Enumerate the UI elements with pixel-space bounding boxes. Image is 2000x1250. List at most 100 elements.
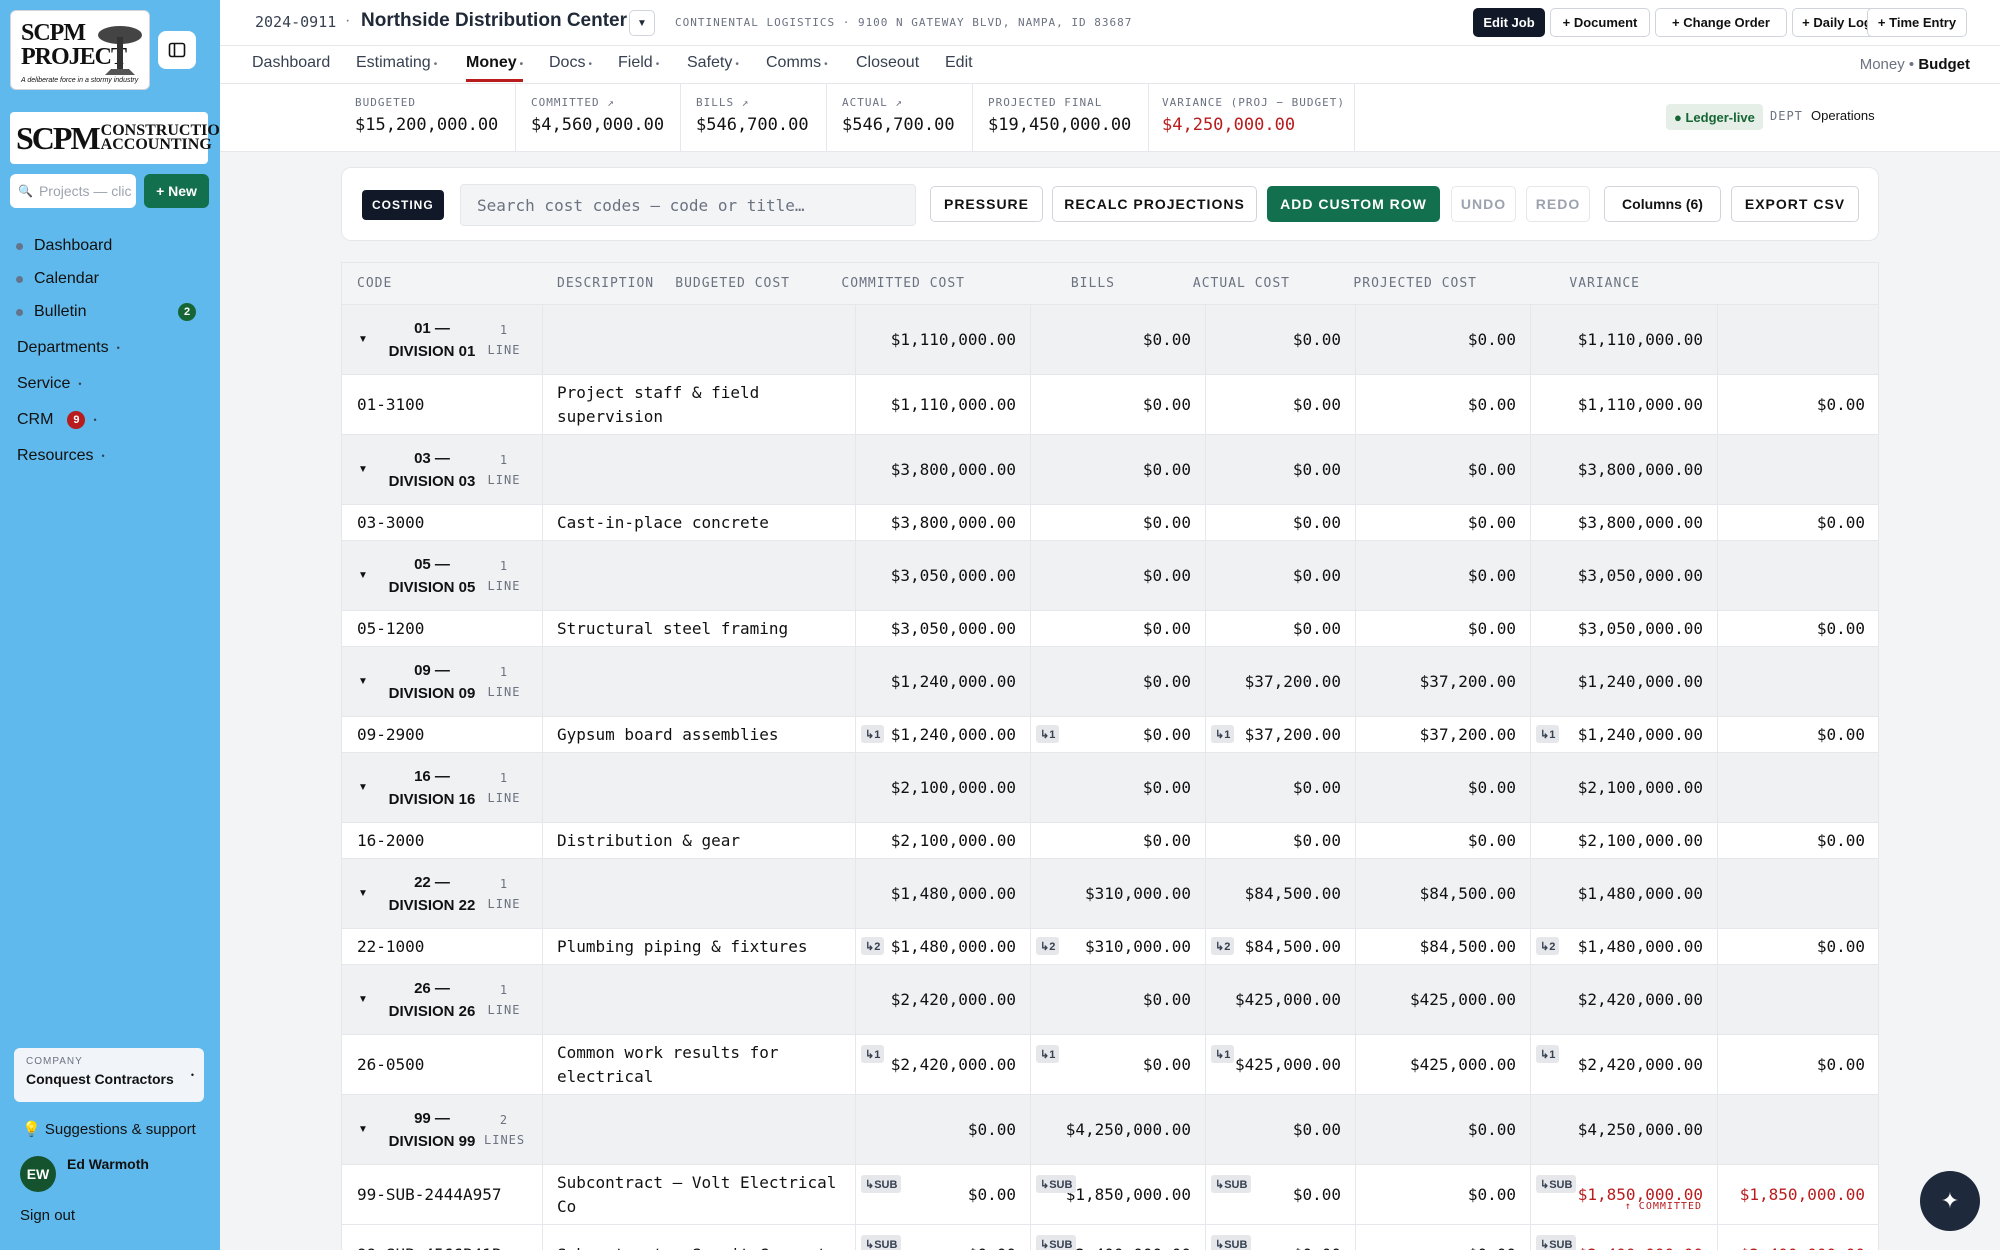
metric-bills[interactable]: BILLS ↗ $546,700.00 [681, 84, 827, 152]
cell-actual[interactable]: $0.00 [1355, 375, 1530, 434]
cell-bills[interactable]: $0.00 [1205, 505, 1355, 540]
cell-variance[interactable]: $0.00 [1717, 1035, 1878, 1094]
linked-items-chip[interactable]: ↳1 [861, 1045, 885, 1063]
cell-projected[interactable]: $2,100,000.00 [1530, 823, 1717, 858]
cell-projected[interactable]: $2,420,000.00 [1530, 1035, 1717, 1094]
linked-items-chip[interactable]: ↳2 [1211, 937, 1235, 955]
column-header-description[interactable]: DESCRIPTION [557, 276, 654, 291]
redo-button[interactable]: REDO [1526, 186, 1590, 222]
projects-search-input[interactable]: 🔍 Projects — clic [10, 174, 136, 208]
cell-projected[interactable]: $3,050,000.00 [1530, 611, 1717, 646]
cell-bills[interactable]: $0.00 [1205, 541, 1355, 610]
collapse-caret-icon[interactable]: ▼ [358, 1124, 368, 1135]
linked-items-chip[interactable]: ↳SUB [1211, 1175, 1252, 1193]
cell-bills[interactable]: $0.00 [1205, 375, 1355, 434]
tab-money[interactable]: Money • [466, 54, 524, 82]
cell-committed[interactable]: $0.00 [1030, 541, 1205, 610]
tab-closeout[interactable]: Closeout [856, 54, 919, 72]
edit-job-button[interactable]: Edit Job [1473, 8, 1545, 37]
cell-bills[interactable]: $37,200.00 [1205, 647, 1355, 716]
division-row[interactable]: ▼ 16 — DIVISION 16 1 LINE $2,100,000.00 $0.00 $… [342, 753, 1878, 823]
cell-bills[interactable]: $0.00 [1205, 435, 1355, 504]
linked-items-chip[interactable]: ↳1 [861, 725, 885, 743]
cell-variance[interactable]: $0.00 [1717, 375, 1878, 434]
cell-committed[interactable]: $0.00 [1030, 753, 1205, 822]
cell-budget[interactable]: $3,050,000.00 [855, 541, 1030, 610]
cell-actual[interactable]: $425,000.00 [1355, 1035, 1530, 1094]
linked-items-chip[interactable]: ↳1 [1211, 1045, 1235, 1063]
sidebar-item-crm[interactable]: CRM 9 • [17, 411, 97, 429]
cell-committed[interactable]: $0.00 [1030, 823, 1205, 858]
cell-variance[interactable]: $0.00 [1717, 505, 1878, 540]
table-row[interactable]: 05-1200 Structural steel framing $3,050,00… [342, 611, 1878, 647]
linked-items-chip[interactable]: ↳SUB [1536, 1175, 1577, 1193]
cell-actual[interactable]: $0.00 [1355, 823, 1530, 858]
cell-budget[interactable]: $0.00 [855, 1165, 1030, 1224]
sidebar-item-resources[interactable]: Resources • [17, 447, 105, 465]
cell-actual[interactable]: $84,500.00 [1355, 859, 1530, 928]
linked-items-chip[interactable]: ↳2 [1036, 937, 1060, 955]
cell-budget[interactable]: $0.00 [855, 1095, 1030, 1164]
linked-items-chip[interactable]: ↳1 [1536, 725, 1560, 743]
pressure-button[interactable]: PRESSURE [930, 186, 1043, 222]
linked-items-chip[interactable]: ↳SUB [1036, 1235, 1077, 1250]
add-document-button[interactable]: + Document [1550, 8, 1650, 37]
tab-safety[interactable]: Safety • [687, 54, 739, 72]
collapse-caret-icon[interactable]: ▼ [358, 570, 368, 581]
cell-projected[interactable]: $2,100,000.00 [1530, 753, 1717, 822]
cell-bills[interactable]: $0.00 [1205, 753, 1355, 822]
job-switcher-dropdown[interactable]: ▼ [629, 10, 655, 36]
cell-projected[interactable]: $3,800,000.00 [1530, 505, 1717, 540]
tab-comms[interactable]: Comms • [766, 54, 828, 72]
column-header-projected-cost[interactable]: PROJECTED COST [1353, 276, 1477, 291]
cell-committed[interactable]: $0.00 [1030, 611, 1205, 646]
cell-projected[interactable]: $2,420,000.00 [1530, 965, 1717, 1034]
division-row[interactable]: ▼ 09 — DIVISION 09 1 LINE $1,240,000.00 $0.00 $… [342, 647, 1878, 717]
collapse-sidebar-button[interactable] [158, 31, 196, 69]
sidebar-item-dashboard[interactable]: Dashboard [16, 237, 112, 255]
table-row[interactable]: 16-2000 Distribution & gear $2,100,000.00 $… [342, 823, 1878, 859]
cell-budget[interactable]: $1,480,000.00 [855, 859, 1030, 928]
division-row[interactable]: ▼ 26 — DIVISION 26 1 LINE $2,420,000.00 $0.00 $… [342, 965, 1878, 1035]
cell-bills[interactable]: $0.00 [1205, 611, 1355, 646]
table-row[interactable]: 99-SUB-2444A957 Subcontract — Volt Electr… [342, 1165, 1878, 1225]
table-row[interactable]: 22-1000 Plumbing piping & fixtures $1,480,… [342, 929, 1878, 965]
company-switcher[interactable]: COMPANY Conquest Contractors • [14, 1048, 204, 1102]
cell-budget[interactable]: $1,110,000.00 [855, 375, 1030, 434]
cell-actual[interactable]: $0.00 [1355, 435, 1530, 504]
cell-actual[interactable]: $0.00 [1355, 1225, 1530, 1250]
sidebar-item-service[interactable]: Service • [17, 375, 82, 393]
cell-bills[interactable]: $425,000.00 [1205, 1035, 1355, 1094]
collapse-caret-icon[interactable]: ▼ [358, 782, 368, 793]
suggestions-support-link[interactable]: 💡 Suggestions & support [22, 1120, 196, 1138]
tab-field[interactable]: Field • [618, 54, 659, 72]
division-row[interactable]: ▼ 22 — DIVISION 22 1 LINE $1,480,000.00 $310,0… [342, 859, 1878, 929]
linked-items-chip[interactable]: ↳1 [1536, 1045, 1560, 1063]
division-row[interactable]: ▼ 05 — DIVISION 05 1 LINE $3,050,000.00 $0.00 $… [342, 541, 1878, 611]
cell-actual[interactable]: $0.00 [1355, 611, 1530, 646]
collapse-caret-icon[interactable]: ▼ [358, 334, 368, 345]
table-row[interactable]: 09-2900 Gypsum board assemblies $1,240,000… [342, 717, 1878, 753]
sidebar-item-bulletin[interactable]: Bulletin 2 [16, 303, 196, 321]
cell-budget[interactable]: $2,420,000.00 [855, 1035, 1030, 1094]
table-row[interactable]: 01-3100 Project staff & field supervision… [342, 375, 1878, 435]
column-header-budgeted-cost[interactable]: BUDGETED COST [675, 276, 790, 291]
cell-variance[interactable] [1717, 435, 1878, 504]
add-custom-row-button[interactable]: ADD CUSTOM ROW [1267, 186, 1440, 222]
cell-projected[interactable]: $1,110,000.00 [1530, 375, 1717, 434]
collapse-caret-icon[interactable]: ▼ [358, 676, 368, 687]
table-row[interactable]: 99-SUB-4566B41B Subcontract — Summit Conc… [342, 1225, 1878, 1250]
cell-bills[interactable]: $0.00 [1205, 1165, 1355, 1224]
linked-items-chip[interactable]: ↳2 [861, 937, 885, 955]
column-header-variance[interactable]: VARIANCE [1569, 276, 1640, 291]
breadcrumb-parent[interactable]: Money [1860, 56, 1905, 73]
cell-actual[interactable]: $37,200.00 [1355, 647, 1530, 716]
avatar[interactable]: EW [20, 1156, 56, 1192]
cell-budget[interactable]: $2,100,000.00 [855, 753, 1030, 822]
new-button[interactable]: + New [144, 174, 209, 208]
cell-committed[interactable]: $0.00 [1030, 435, 1205, 504]
cell-budget[interactable]: $3,050,000.00 [855, 611, 1030, 646]
scpm-project-logo[interactable]: SCPM PROJECT A deliberate force in a stor… [10, 10, 150, 90]
cell-bills[interactable]: $0.00 [1205, 1095, 1355, 1164]
column-header-committed-cost[interactable]: COMMITTED COST [841, 276, 965, 291]
